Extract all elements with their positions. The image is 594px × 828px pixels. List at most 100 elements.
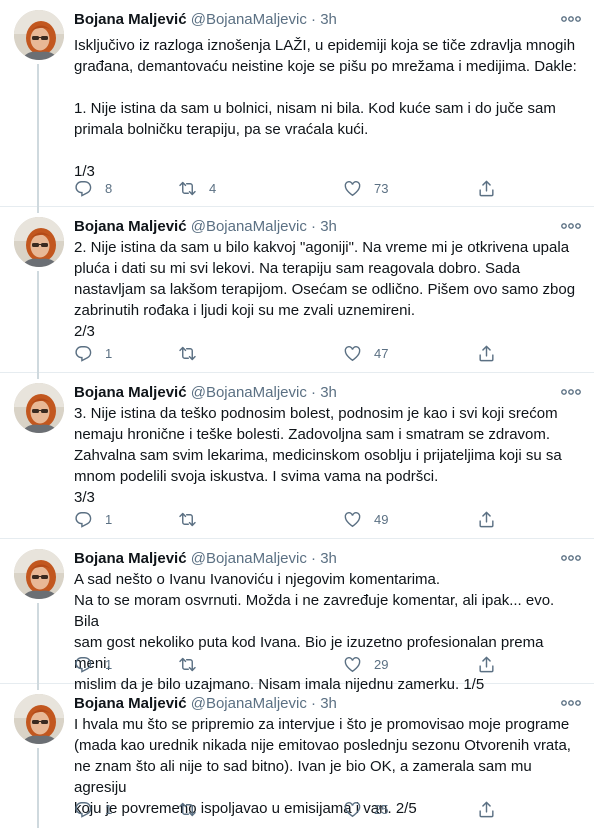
retweet-button[interactable]: [178, 799, 209, 819]
author-handle[interactable]: @BojanaMaljevic: [191, 695, 307, 712]
separator-dot: ·: [311, 218, 317, 235]
share-icon: [477, 655, 496, 674]
share-icon: [477, 800, 496, 819]
share-button[interactable]: [477, 178, 496, 198]
reply-count: 1: [105, 345, 113, 361]
tweet-header: Bojana Maljević @BojanaMaljevic · 3h: [74, 382, 582, 403]
like-icon: [343, 655, 362, 674]
tweet-5[interactable]: Bojana Maljević @BojanaMaljevic · 3h I h…: [0, 684, 594, 828]
author-name[interactable]: Bojana Maljević: [74, 11, 187, 28]
like-icon: [343, 510, 362, 529]
tweet-header: Bojana Maljević @BojanaMaljevic · 3h: [74, 693, 582, 714]
separator-dot: ·: [311, 550, 317, 567]
retweet-count: 4: [209, 180, 217, 196]
tweet-time[interactable]: 3h: [320, 218, 337, 235]
tweet-text: 3. Nije istina da teško podnosim bolest,…: [74, 405, 562, 506]
author-name[interactable]: Bojana Maljević: [74, 695, 187, 712]
avatar-image: [14, 383, 64, 433]
retweet-button[interactable]: 4: [178, 178, 216, 198]
like-count: 25: [374, 801, 389, 817]
retweet-icon: [178, 510, 197, 529]
tweet-time[interactable]: 3h: [320, 384, 337, 401]
like-button[interactable]: 25: [343, 799, 388, 819]
thread-line: [37, 748, 39, 828]
author-handle[interactable]: @BojanaMaljevic: [191, 11, 307, 28]
retweet-icon: [178, 800, 197, 819]
retweet-icon: [178, 655, 197, 674]
share-icon: [477, 344, 496, 363]
avatar[interactable]: [14, 217, 64, 267]
avatar-image: [14, 10, 64, 60]
retweet-button[interactable]: [178, 509, 209, 529]
reply-button[interactable]: 1: [74, 509, 112, 529]
separator-dot: ·: [311, 695, 317, 712]
thread-line: [37, 64, 39, 207]
retweet-button[interactable]: [178, 654, 209, 674]
author-name[interactable]: Bojana Maljević: [74, 384, 187, 401]
like-count: 49: [374, 511, 389, 527]
tweet-2[interactable]: Bojana Maljević @BojanaMaljevic · 3h 2. …: [0, 207, 594, 373]
more-icon[interactable]: [560, 386, 582, 398]
tweet-actions: 1 29: [74, 654, 504, 674]
reply-icon: [74, 344, 93, 363]
thread-line: [37, 271, 39, 373]
thread-line: [37, 684, 39, 690]
like-button[interactable]: 49: [343, 509, 388, 529]
author-name[interactable]: Bojana Maljević: [74, 550, 187, 567]
reply-icon: [74, 800, 93, 819]
more-icon[interactable]: [560, 697, 582, 709]
tweet-header: Bojana Maljević @BojanaMaljevic · 3h: [74, 548, 582, 569]
reply-button[interactable]: 1: [74, 343, 112, 363]
tweet-header: Bojana Maljević @BojanaMaljevic · 3h: [74, 216, 582, 237]
tweet-text: Isključivo iz razloga iznošenja LAŽI, u …: [74, 37, 577, 180]
thread-line: [37, 207, 39, 213]
tweet-1[interactable]: Bojana Maljević @BojanaMaljevic · 3h Isk…: [0, 0, 594, 207]
reply-button[interactable]: 1: [74, 799, 112, 819]
reply-button[interactable]: 8: [74, 178, 112, 198]
tweet-actions: 1 47: [74, 343, 504, 363]
share-button[interactable]: [477, 799, 496, 819]
like-count: 29: [374, 656, 389, 672]
more-icon[interactable]: [560, 552, 582, 564]
author-name[interactable]: Bojana Maljević: [74, 218, 187, 235]
tweet-actions: 1 49: [74, 509, 504, 529]
like-icon: [343, 800, 362, 819]
more-icon[interactable]: [560, 13, 582, 25]
retweet-icon: [178, 344, 197, 363]
thread-line: [37, 373, 39, 379]
author-handle[interactable]: @BojanaMaljevic: [191, 384, 307, 401]
avatar[interactable]: [14, 383, 64, 433]
more-icon[interactable]: [560, 220, 582, 232]
retweet-button[interactable]: [178, 343, 209, 363]
share-button[interactable]: [477, 509, 496, 529]
author-handle[interactable]: @BojanaMaljevic: [191, 550, 307, 567]
tweet-content: Bojana Maljević @BojanaMaljevic · 3h Isk…: [74, 9, 582, 182]
reply-count: 1: [105, 801, 113, 817]
tweet-actions: 8 4 73: [74, 178, 504, 198]
share-button[interactable]: [477, 343, 496, 363]
separator-dot: ·: [311, 11, 317, 28]
tweet-3[interactable]: Bojana Maljević @BojanaMaljevic · 3h 3. …: [0, 373, 594, 539]
like-count: 73: [374, 180, 389, 196]
tweet-actions: 1 25: [74, 799, 504, 819]
tweet-time[interactable]: 3h: [320, 11, 337, 28]
tweet-time[interactable]: 3h: [320, 695, 337, 712]
avatar-image: [14, 217, 64, 267]
tweet-4[interactable]: Bojana Maljević @BojanaMaljevic · 3h A s…: [0, 539, 594, 693]
share-button[interactable]: [477, 654, 496, 674]
reply-button[interactable]: 1: [74, 654, 112, 674]
share-icon: [477, 179, 496, 198]
reply-icon: [74, 179, 93, 198]
like-button[interactable]: 47: [343, 343, 388, 363]
tweet-text: 2. Nije istina da sam u bilo kakvoj "ago…: [74, 239, 576, 340]
avatar[interactable]: [14, 10, 64, 60]
like-button[interactable]: 29: [343, 654, 388, 674]
reply-icon: [74, 510, 93, 529]
like-icon: [343, 179, 362, 198]
like-button[interactable]: 73: [343, 178, 388, 198]
avatar[interactable]: [14, 549, 64, 599]
avatar[interactable]: [14, 694, 64, 744]
author-handle[interactable]: @BojanaMaljevic: [191, 218, 307, 235]
tweet-time[interactable]: 3h: [320, 550, 337, 567]
reply-count: 1: [105, 656, 113, 672]
